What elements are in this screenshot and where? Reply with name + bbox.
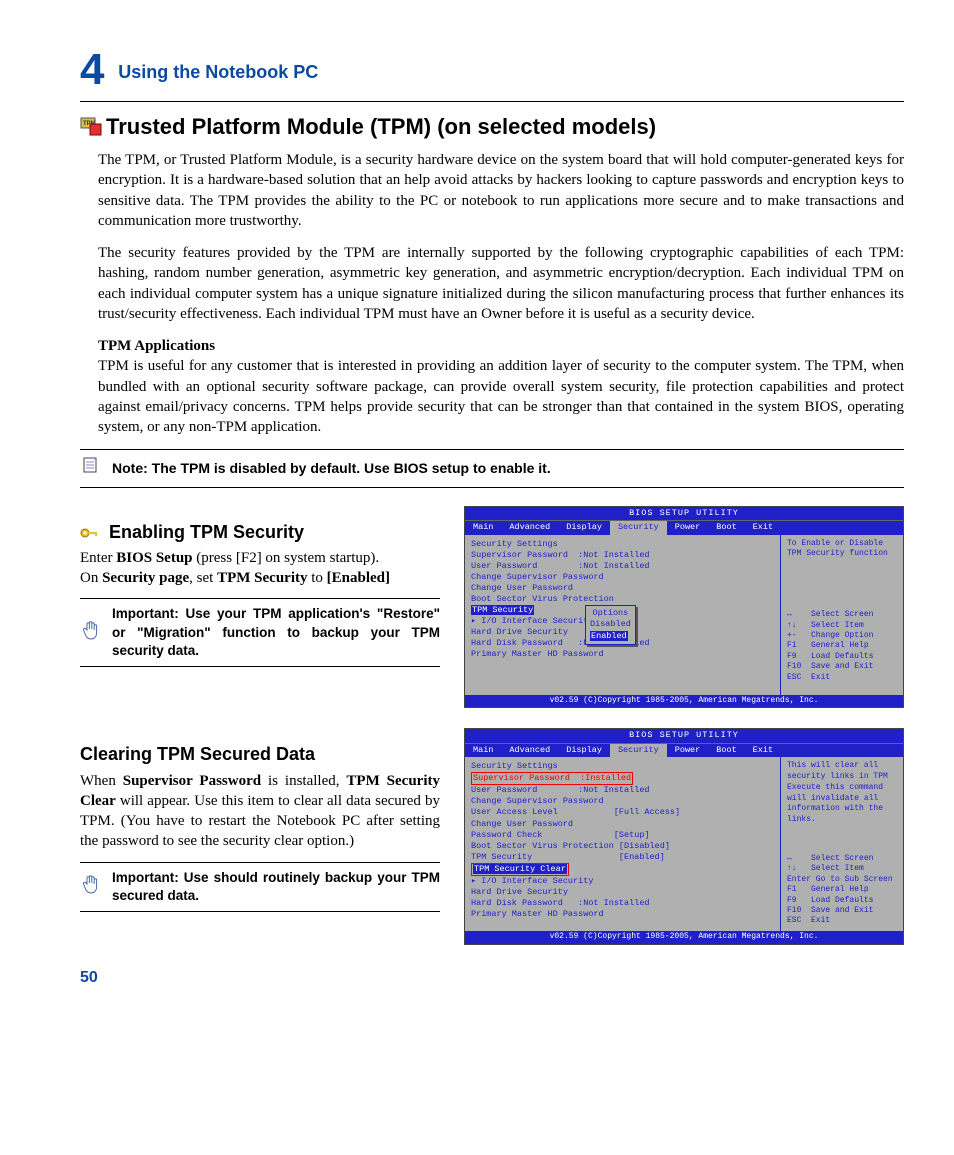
intro-paragraph-2: The security features provided by the TP… xyxy=(98,243,904,324)
enabling-heading: Enabling TPM Security xyxy=(80,520,440,544)
important-restore: Important: Use your TPM application's "R… xyxy=(80,598,440,667)
bios-title: BIOS SETUP UTILITY xyxy=(465,729,903,742)
enabling-section: Enabling TPM Security Enter BIOS Setup (… xyxy=(80,506,904,723)
clearing-section: Clearing TPM Secured Data When Superviso… xyxy=(80,728,904,958)
key-icon xyxy=(80,522,109,542)
hand-icon xyxy=(80,873,102,901)
clearing-heading: Clearing TPM Secured Data xyxy=(80,742,440,766)
clearing-body: When Supervisor Password is installed, T… xyxy=(80,771,440,852)
bios-options-popup: Options Disabled Enabled xyxy=(585,605,636,645)
bios-footer: v02.59 (C)Copyright 1985-2005, American … xyxy=(465,931,903,944)
important-restore-text: Important: Use your TPM application's "R… xyxy=(112,605,440,660)
h1-text: Trusted Platform Module (TPM) (on select… xyxy=(106,114,656,139)
important-backup: Important: Use should routinely backup y… xyxy=(80,862,440,912)
bios-left-panel: Security Settings Supervisor Password :N… xyxy=(465,535,781,695)
chapter-number: 4 xyxy=(80,45,104,94)
page-number: 50 xyxy=(80,967,904,989)
apps-body: TPM is useful for any customer that is i… xyxy=(98,358,904,435)
bios-screenshot-clear: BIOS SETUP UTILITY MainAdvancedDisplaySe… xyxy=(464,728,904,944)
page-title: TPM Trusted Platform Module (TPM) (on se… xyxy=(80,112,904,142)
note-icon xyxy=(80,456,102,480)
svg-text:TPM: TPM xyxy=(83,121,96,127)
bios-screenshot-enable: BIOS SETUP UTILITY MainAdvancedDisplaySe… xyxy=(464,506,904,709)
chapter-header: 4 Using the Notebook PC xyxy=(80,40,904,102)
tpm-applications: TPM Applications TPM is useful for any c… xyxy=(98,336,904,437)
bios-left-panel: Security Settings Supervisor Password :I… xyxy=(465,757,781,931)
apps-heading: TPM Applications xyxy=(98,338,215,354)
important-backup-text: Important: Use should routinely backup y… xyxy=(112,869,440,905)
enabling-heading-text: Enabling TPM Security xyxy=(109,522,304,542)
bios-help-panel: This will clear all security links in TP… xyxy=(781,757,903,931)
chapter-title: Using the Notebook PC xyxy=(118,62,318,82)
hand-icon xyxy=(80,619,102,647)
intro-paragraph-1: The TPM, or Trusted Platform Module, is … xyxy=(98,150,904,231)
bios-footer: v02.59 (C)Copyright 1985-2005, American … xyxy=(465,695,903,708)
tpm-icon: TPM xyxy=(80,114,102,136)
bios-menu: MainAdvancedDisplaySecurityPowerBootExit xyxy=(465,743,903,757)
bios-help-panel: To Enable or Disable TPM Security functi… xyxy=(781,535,903,695)
enabling-instructions: Enter BIOS Setup (press [F2] on system s… xyxy=(80,548,440,589)
bios-menu: MainAdvancedDisplaySecurityPowerBootExit xyxy=(465,520,903,534)
bios-title: BIOS SETUP UTILITY xyxy=(465,507,903,520)
note-disabled-default: Note: The TPM is disabled by default. Us… xyxy=(80,449,904,487)
note-text: Note: The TPM is disabled by default. Us… xyxy=(112,459,551,478)
